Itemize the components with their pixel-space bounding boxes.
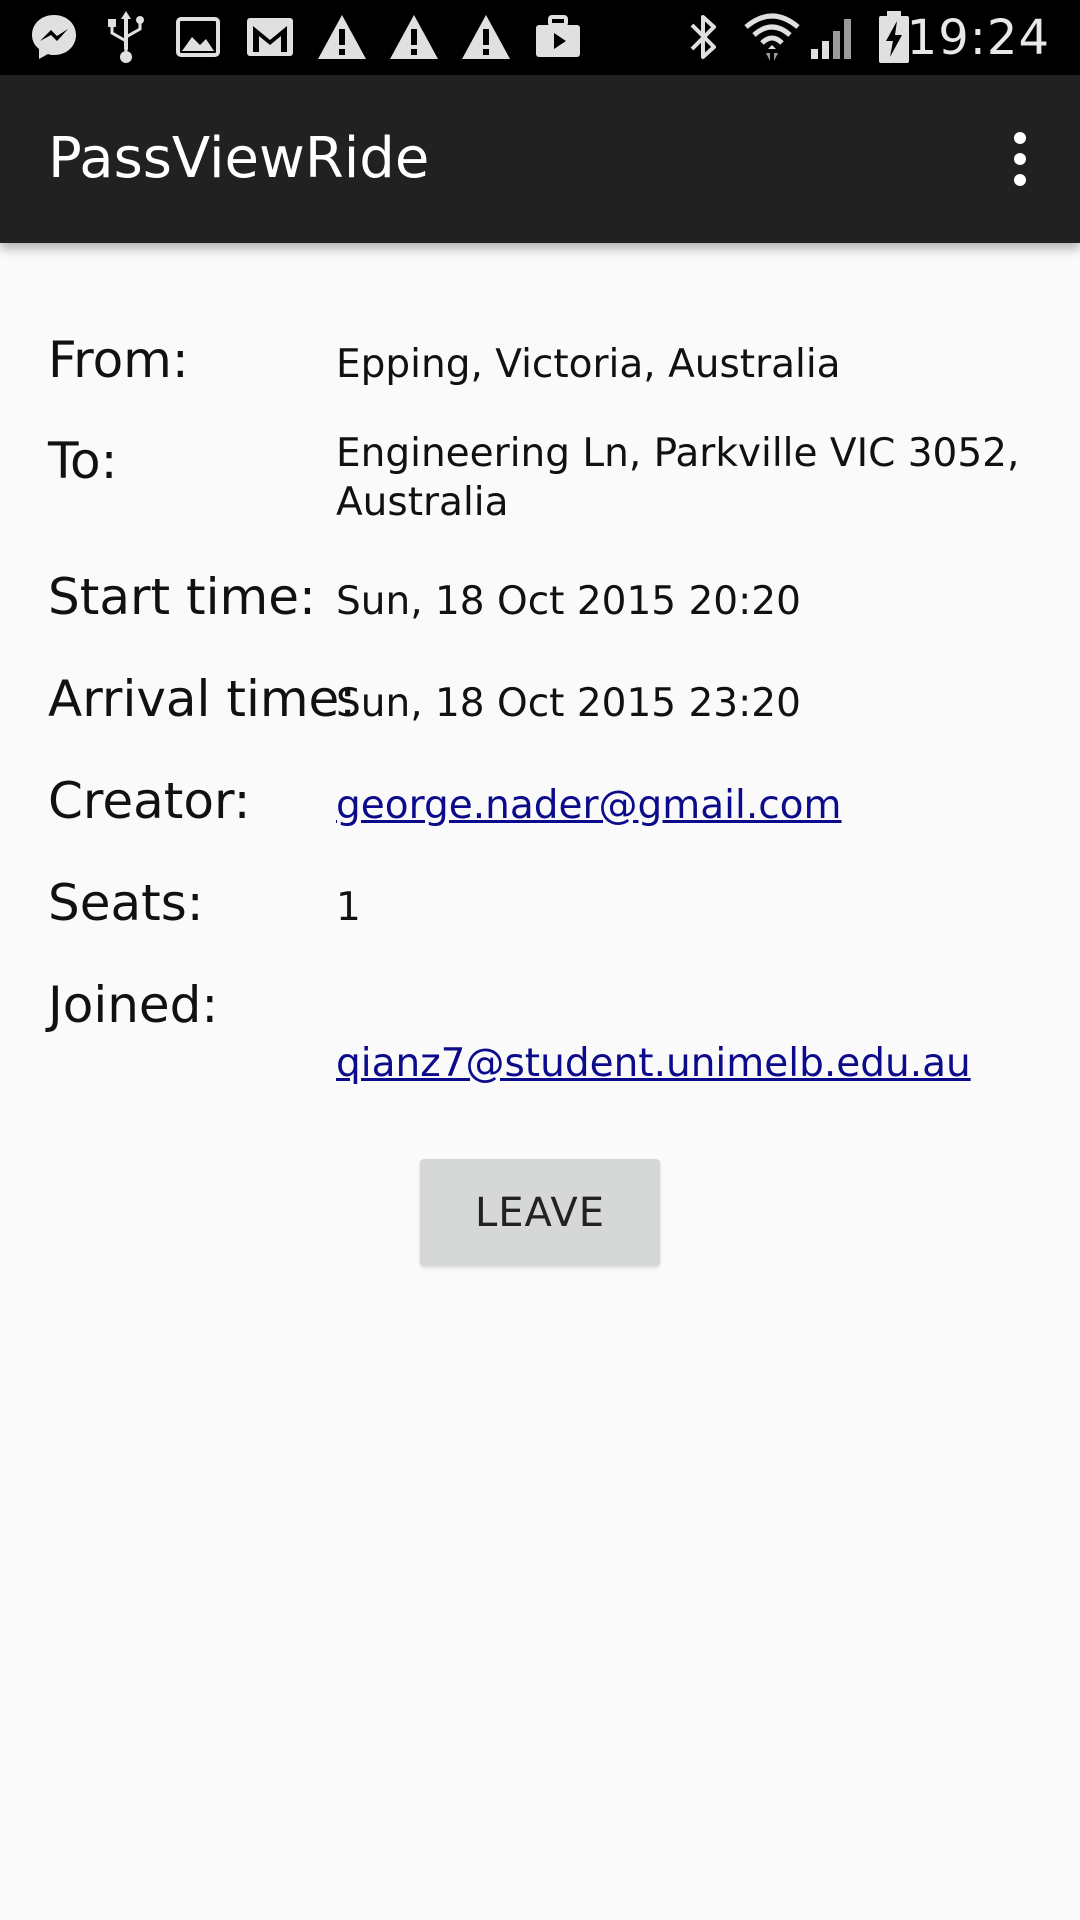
status-bar: 19:24	[0, 0, 1080, 75]
warning-icon	[386, 9, 442, 65]
to-label: To:	[48, 432, 118, 490]
more-vert-icon	[1014, 132, 1026, 144]
signal-icon	[806, 9, 862, 65]
more-vert-icon-dot	[1014, 174, 1026, 186]
status-clock: 19:24	[906, 10, 1050, 66]
start-time-value: Sun, 18 Oct 2015 20:20	[336, 579, 801, 624]
more-vert-icon-dot	[1014, 153, 1026, 165]
arrival-time-value: Sun, 18 Oct 2015 23:20	[336, 681, 801, 726]
bluetooth-icon	[676, 9, 732, 65]
joined-email-link[interactable]: qianz7@student.unimelb.edu.au	[336, 1039, 971, 1088]
messenger-icon	[26, 9, 82, 65]
more-options-button[interactable]	[980, 119, 1060, 199]
app-bar: PassViewRide	[0, 75, 1080, 243]
leave-button[interactable]: LEAVE	[420, 1159, 660, 1266]
image-icon	[170, 9, 226, 65]
to-value: Engineering Ln, Parkville VIC 3052, Aust…	[336, 431, 1020, 525]
creator-label: Creator:	[48, 772, 251, 830]
creator-email-link[interactable]: george.nader@gmail.com	[336, 781, 842, 830]
warning-icon	[458, 9, 514, 65]
app-title: PassViewRide	[48, 126, 430, 191]
joined-label: Joined:	[48, 976, 219, 1034]
from-value: Epping, Victoria, Australia	[336, 342, 841, 387]
usb-icon	[98, 9, 154, 65]
warning-icon	[314, 9, 370, 65]
briefcase-icon	[530, 9, 586, 65]
wifi-icon	[744, 9, 800, 65]
arrival-time-label: Arrival time:	[48, 670, 357, 728]
seats-label: Seats:	[48, 874, 204, 932]
seats-value: 1	[336, 885, 361, 930]
gmail-icon	[242, 9, 298, 65]
start-time-label: Start time:	[48, 568, 316, 626]
from-label: From:	[48, 331, 189, 389]
